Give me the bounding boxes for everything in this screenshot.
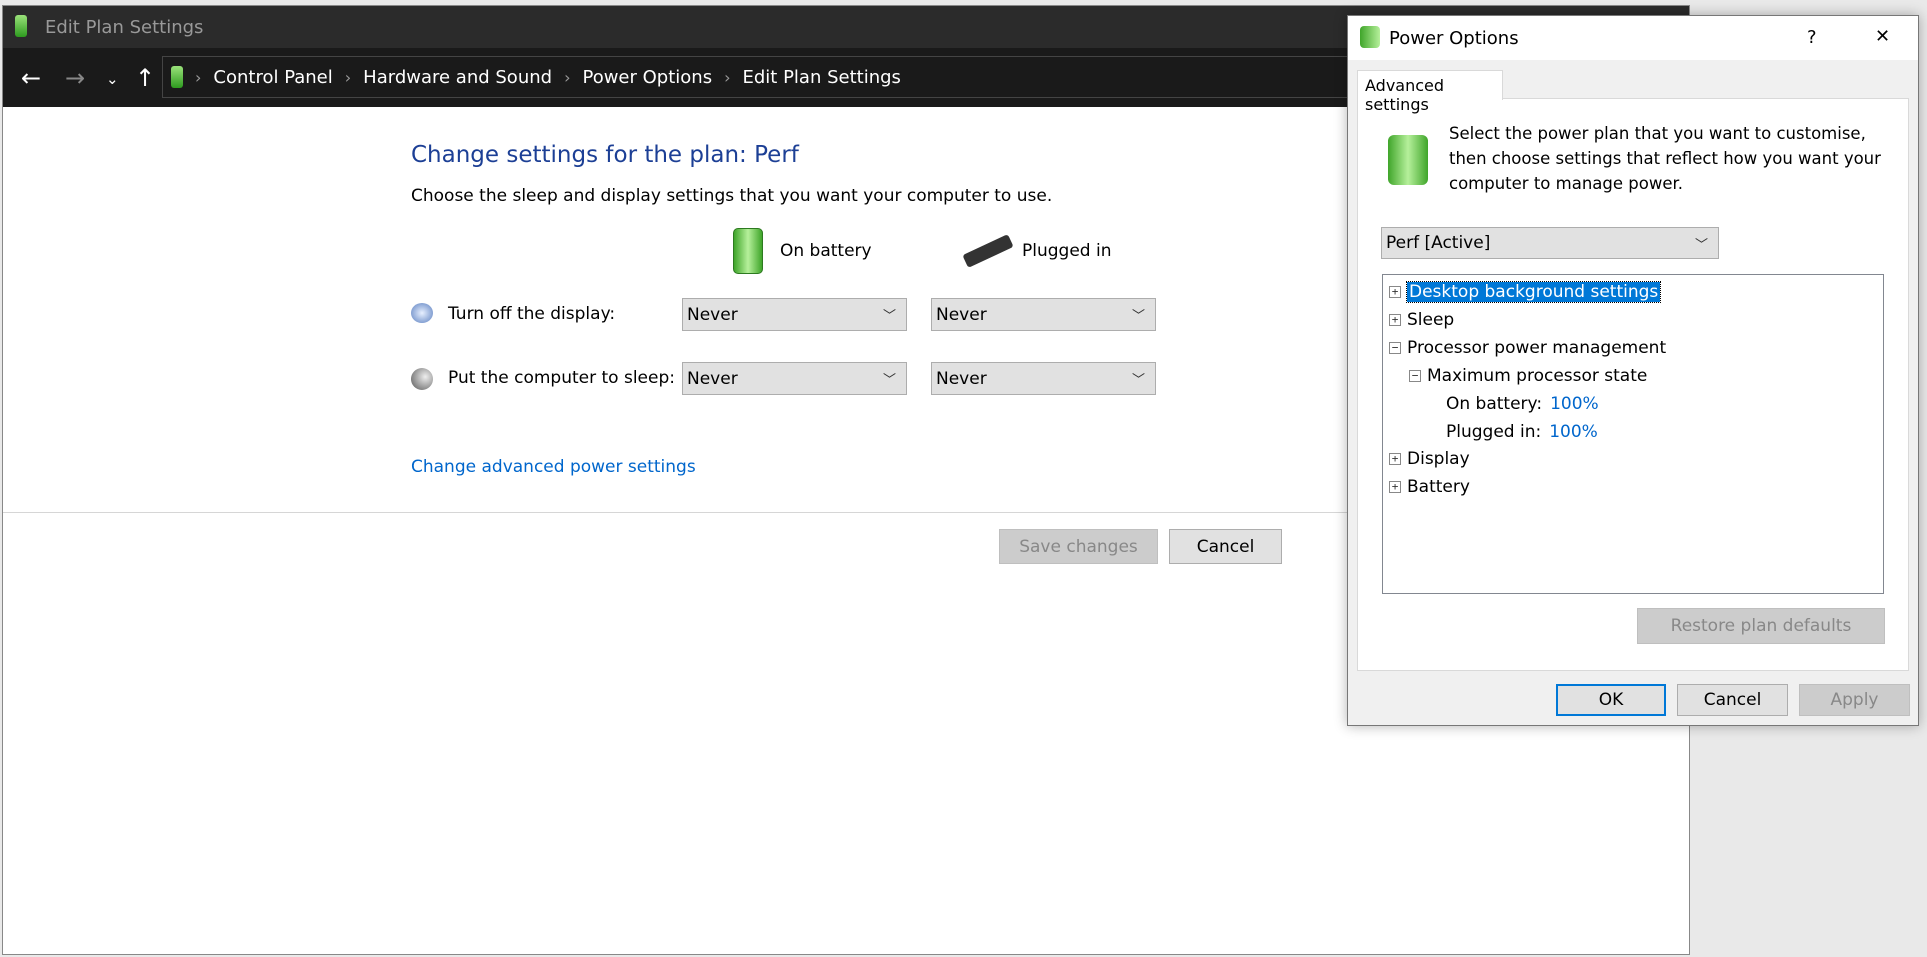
- tree-label: Display: [1407, 449, 1470, 469]
- breadcrumb-hardware-and-sound[interactable]: Hardware and Sound: [363, 67, 552, 88]
- dialog-cancel-button[interactable]: Cancel: [1677, 684, 1788, 716]
- tab-advanced-settings[interactable]: Advanced settings: [1357, 70, 1503, 114]
- on-battery-value[interactable]: 100%: [1550, 394, 1599, 414]
- chevron-right-icon: ›: [724, 67, 731, 87]
- up-arrow-icon[interactable]: ↑: [135, 64, 155, 92]
- chevron-down-icon: ﹀: [1131, 373, 1145, 388]
- display-battery-value: Never: [687, 304, 738, 325]
- sleep-battery-select[interactable]: Never ﹀: [682, 362, 907, 395]
- apply-button[interactable]: Apply: [1799, 684, 1910, 716]
- chevron-down-icon: ﹀: [882, 309, 896, 324]
- close-button[interactable]: ✕: [1875, 26, 1890, 47]
- plan-value: Perf [Active]: [1386, 233, 1491, 253]
- chevron-down-icon: ﹀: [1694, 237, 1708, 253]
- plan-select[interactable]: Perf [Active] ﹀: [1381, 227, 1719, 259]
- display-clock-icon: [411, 303, 433, 323]
- tree-item-max-processor-state[interactable]: − Maximum processor state: [1409, 363, 1647, 389]
- breadcrumb-power-options[interactable]: Power Options: [582, 67, 712, 88]
- sleep-plugged-value: Never: [936, 368, 987, 389]
- advanced-settings-panel: Select the power plan that you want to c…: [1357, 98, 1909, 671]
- breadcrumb-edit-plan-settings[interactable]: Edit Plan Settings: [743, 67, 901, 88]
- page-title: Change settings for the plan: Perf: [411, 142, 799, 168]
- change-advanced-power-settings-link[interactable]: Change advanced power settings: [411, 457, 696, 477]
- display-plugged-value: Never: [936, 304, 987, 325]
- plugged-in-header: Plugged in: [1022, 241, 1112, 261]
- tree-item-plugged-in[interactable]: Plugged in: 100%: [1446, 419, 1598, 445]
- expand-icon[interactable]: +: [1389, 481, 1401, 493]
- tree-item-battery[interactable]: + Battery: [1389, 474, 1470, 500]
- power-options-icon: [1360, 26, 1380, 48]
- turn-off-display-label: Turn off the display:: [448, 304, 616, 324]
- sleep-battery-value: Never: [687, 368, 738, 389]
- battery-icon: [733, 228, 763, 274]
- tree-item-on-battery[interactable]: On battery: 100%: [1446, 391, 1599, 417]
- window-title: Edit Plan Settings: [45, 17, 204, 38]
- battery-plug-icon: [1388, 135, 1428, 185]
- chevron-right-icon: ›: [344, 67, 352, 87]
- chevron-down-icon: ﹀: [1131, 309, 1145, 324]
- help-button[interactable]: ?: [1807, 27, 1817, 48]
- chevron-right-icon: ›: [564, 67, 571, 87]
- back-arrow-icon[interactable]: ←: [21, 64, 41, 92]
- expand-icon[interactable]: +: [1389, 286, 1401, 298]
- control-panel-icon: [171, 66, 183, 88]
- sleep-plugged-select[interactable]: Never ﹀: [931, 362, 1156, 395]
- display-plugged-select[interactable]: Never ﹀: [931, 298, 1156, 331]
- forward-arrow-icon[interactable]: →: [65, 64, 85, 92]
- tree-label: Battery: [1407, 477, 1470, 497]
- tree-item-processor-power[interactable]: − Processor power management: [1389, 335, 1666, 361]
- collapse-icon[interactable]: −: [1409, 370, 1421, 382]
- dialog-title: Power Options: [1389, 28, 1519, 49]
- power-battery-icon: [15, 15, 27, 37]
- dialog-title-bar: Power Options ? ✕: [1348, 16, 1918, 60]
- chevron-down-icon: ﹀: [882, 373, 896, 388]
- restore-plan-defaults-button[interactable]: Restore plan defaults: [1637, 608, 1885, 644]
- tree-item-desktop-background[interactable]: + Desktop background settings: [1389, 279, 1662, 305]
- expand-icon[interactable]: +: [1389, 453, 1401, 465]
- tree-label: Processor power management: [1407, 338, 1667, 358]
- tree-label: On battery:: [1446, 394, 1543, 414]
- breadcrumb-control-panel[interactable]: Control Panel: [213, 67, 332, 88]
- tree-label: Desktop background settings: [1405, 281, 1662, 303]
- plugged-in-value[interactable]: 100%: [1549, 422, 1598, 442]
- recent-dropdown-icon[interactable]: ⌄: [106, 70, 119, 88]
- chevron-right-icon: ›: [195, 67, 202, 87]
- dialog-description: Select the power plan that you want to c…: [1449, 124, 1881, 193]
- on-battery-header: On battery: [780, 241, 872, 261]
- plug-icon: [962, 234, 1014, 268]
- ok-button[interactable]: OK: [1556, 684, 1666, 716]
- tree-label: Maximum processor state: [1427, 366, 1648, 386]
- tree-item-display[interactable]: + Display: [1389, 446, 1470, 472]
- tree-label: Plugged in:: [1446, 422, 1542, 442]
- page-subtitle: Choose the sleep and display settings th…: [411, 186, 1053, 206]
- expand-icon[interactable]: +: [1389, 314, 1401, 326]
- power-options-dialog: Power Options ? ✕ Advanced settings Sele…: [1347, 15, 1919, 726]
- settings-tree: + Desktop background settings + Sleep − Pro…: [1382, 274, 1884, 594]
- display-battery-select[interactable]: Never ﹀: [682, 298, 907, 331]
- tree-label: Sleep: [1407, 310, 1455, 330]
- cancel-button[interactable]: Cancel: [1169, 529, 1282, 564]
- tree-item-sleep[interactable]: + Sleep: [1389, 307, 1454, 333]
- sleep-label: Put the computer to sleep:: [448, 368, 675, 388]
- moon-icon: [411, 368, 433, 390]
- collapse-icon[interactable]: −: [1389, 342, 1401, 354]
- save-changes-button[interactable]: Save changes: [999, 529, 1158, 564]
